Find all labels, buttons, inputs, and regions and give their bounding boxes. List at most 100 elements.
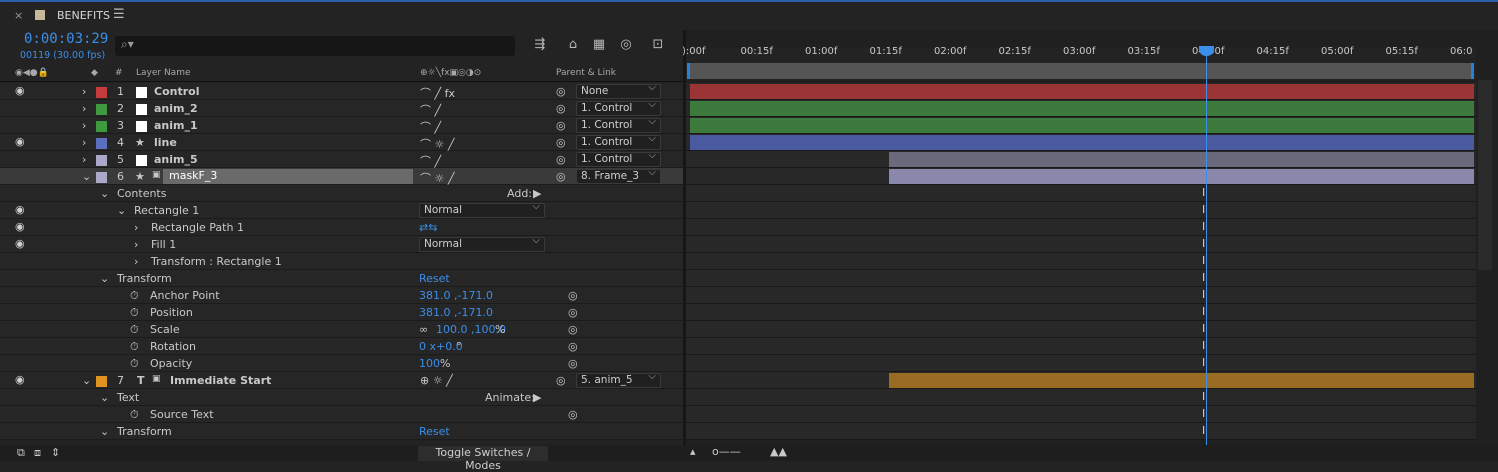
stopwatch-icon[interactable]: ⏱: [130, 357, 139, 371]
text-group[interactable]: Text: [117, 391, 139, 404]
timeline-track[interactable]: [686, 372, 1476, 389]
pickwhip-icon[interactable]: ◎: [568, 340, 578, 353]
draft-3d-icon[interactable]: ⌂: [563, 37, 583, 55]
timeline-track[interactable]: I: [686, 355, 1476, 372]
label-color[interactable]: [96, 376, 107, 387]
switches[interactable]: ⌒ ╱: [420, 102, 441, 118]
timeline-track[interactable]: [686, 83, 1476, 100]
parent-dropdown[interactable]: 1. Control: [576, 99, 661, 116]
parent-dropdown[interactable]: 1. Control: [576, 150, 661, 167]
timeline-track[interactable]: I: [686, 236, 1476, 253]
motion-blur-icon[interactable]: ◎: [616, 37, 636, 55]
layer-duration-bar[interactable]: [690, 84, 1474, 99]
timeline-track[interactable]: I: [686, 253, 1476, 270]
layer-row[interactable]: › 2 anim_2 ⌒ ╱ ◎ 1. Control: [0, 99, 683, 118]
collapse-chevron-icon[interactable]: ⌄: [100, 187, 109, 200]
visibility-eye-icon[interactable]: ◉: [15, 135, 25, 148]
animate-button[interactable]: ▶: [533, 391, 541, 404]
parent-dropdown[interactable]: 5. anim_5: [576, 371, 661, 388]
switches[interactable]: ⊕ ☼ ╱: [420, 374, 453, 387]
rectangle-group[interactable]: Rectangle 1: [134, 204, 199, 217]
layer-row[interactable]: ◉ › 4 ★ line ⌒ ☼ ╱ ◎ 1. Control: [0, 133, 683, 151]
label-color[interactable]: [96, 138, 107, 149]
timeline-track[interactable]: I: [686, 202, 1476, 219]
switches[interactable]: ⌒ ☼ ╱: [420, 170, 454, 186]
pickwhip-icon[interactable]: ◎: [556, 102, 566, 115]
pickwhip-icon[interactable]: ◎: [556, 170, 566, 183]
label-color[interactable]: [96, 87, 107, 98]
fill-property[interactable]: Fill 1: [151, 238, 176, 251]
frame-blending-icon[interactable]: ▦: [589, 37, 609, 55]
timeline-track[interactable]: I: [686, 304, 1476, 321]
composition-tab[interactable]: × BENEFITS ☰: [0, 0, 1498, 30]
add-button[interactable]: ▶: [533, 187, 541, 200]
pickwhip-icon[interactable]: ◎: [568, 408, 578, 421]
label-color[interactable]: [96, 121, 107, 132]
expand-panes-icon[interactable]: ⇕: [51, 446, 60, 459]
layer-name[interactable]: anim_5: [154, 153, 198, 166]
parent-dropdown[interactable]: 1. Control: [576, 133, 661, 150]
expand-chevron-icon[interactable]: ›: [82, 119, 86, 132]
collapse-chevron-icon[interactable]: ⌄: [82, 170, 91, 183]
zoom-slider[interactable]: o——: [712, 445, 741, 458]
pickwhip-icon[interactable]: ◎: [568, 289, 578, 302]
stopwatch-icon[interactable]: ⏱: [130, 306, 139, 320]
path-direction-icon[interactable]: ⇄⇆: [419, 221, 437, 234]
stopwatch-icon[interactable]: ⏱: [130, 340, 139, 354]
comp-flowchart-icon[interactable]: ⧉: [17, 446, 25, 460]
panel-menu-icon[interactable]: ☰: [113, 7, 125, 22]
expand-chevron-icon[interactable]: ›: [134, 238, 138, 251]
transform-group[interactable]: Transform: [117, 272, 172, 285]
comp-mini-flowchart-icon[interactable]: ⇶: [530, 37, 550, 55]
visibility-eye-icon[interactable]: ◉: [15, 220, 25, 233]
layer-duration-bar[interactable]: [889, 373, 1474, 388]
layer-name[interactable]: Immediate Start: [170, 374, 271, 387]
layer-name[interactable]: anim_1: [154, 119, 198, 132]
layer-name[interactable]: anim_2: [154, 102, 198, 115]
opacity-value[interactable]: 100: [419, 357, 440, 370]
reset-link[interactable]: Reset: [419, 272, 450, 285]
vertical-scrollbar[interactable]: [1478, 80, 1492, 270]
timeline-panel[interactable]: ):00f 00:15f 01:00f 01:15f 02:00f 02:15f 03:00…: [682, 30, 1498, 445]
timeline-track[interactable]: I: [686, 287, 1476, 304]
layer-row[interactable]: › 5 anim_5 ⌒ ╱ ◎ 1. Control: [0, 150, 683, 168]
timeline-track[interactable]: I: [686, 406, 1476, 423]
reset-link[interactable]: Reset: [419, 425, 450, 438]
timeline-track[interactable]: I: [686, 321, 1476, 338]
expand-chevron-icon[interactable]: ›: [134, 221, 138, 234]
transform-group[interactable]: Transform: [117, 425, 172, 438]
collapse-chevron-icon[interactable]: ⌄: [100, 272, 109, 285]
layer-row[interactable]: ◉ ⌄ 7 T ▣ Immediate Start ⊕ ☼ ╱ ◎ 5. ani…: [0, 371, 683, 389]
timeline-track[interactable]: I: [686, 338, 1476, 355]
timeline-track[interactable]: I: [686, 423, 1476, 440]
parent-dropdown[interactable]: 1. Control: [576, 116, 661, 133]
expand-chevron-icon[interactable]: ›: [134, 255, 138, 268]
close-tab-icon[interactable]: ×: [14, 9, 23, 22]
blend-mode-dropdown[interactable]: Normal: [419, 235, 545, 252]
switches[interactable]: ⌒ ╱ fx: [420, 85, 455, 101]
position-value[interactable]: 381.0 ,-171.0: [419, 306, 493, 319]
parent-dropdown[interactable]: 8. Frame_3: [576, 167, 661, 184]
visibility-eye-icon[interactable]: ◉: [15, 84, 25, 97]
label-color[interactable]: [96, 104, 107, 115]
pickwhip-icon[interactable]: ◎: [568, 357, 578, 370]
pickwhip-icon[interactable]: ◎: [568, 323, 578, 336]
stopwatch-icon[interactable]: ⏱: [130, 408, 139, 422]
timeline-track[interactable]: [686, 117, 1476, 134]
rectangle-path[interactable]: Rectangle Path 1: [151, 221, 244, 234]
layer-name[interactable]: maskF_3: [163, 169, 413, 184]
blend-mode-dropdown[interactable]: Normal: [419, 201, 545, 218]
visibility-eye-icon[interactable]: ◉: [15, 237, 25, 250]
layer-duration-bar[interactable]: [889, 152, 1474, 167]
zoom-in-icon[interactable]: ▲▲: [770, 445, 787, 458]
layer-duration-bar[interactable]: [690, 118, 1474, 133]
pickwhip-icon[interactable]: ◎: [556, 153, 566, 166]
timeline-track[interactable]: [686, 168, 1476, 185]
layer-duration-bar[interactable]: [889, 169, 1474, 184]
expand-chevron-icon[interactable]: ›: [82, 136, 86, 149]
timeline-track[interactable]: I: [686, 270, 1476, 287]
pickwhip-icon[interactable]: ◎: [556, 374, 566, 387]
stopwatch-icon[interactable]: ⏱: [130, 323, 139, 337]
contents-group[interactable]: Contents: [117, 187, 166, 200]
constrain-link-icon[interactable]: ∞: [419, 323, 428, 336]
